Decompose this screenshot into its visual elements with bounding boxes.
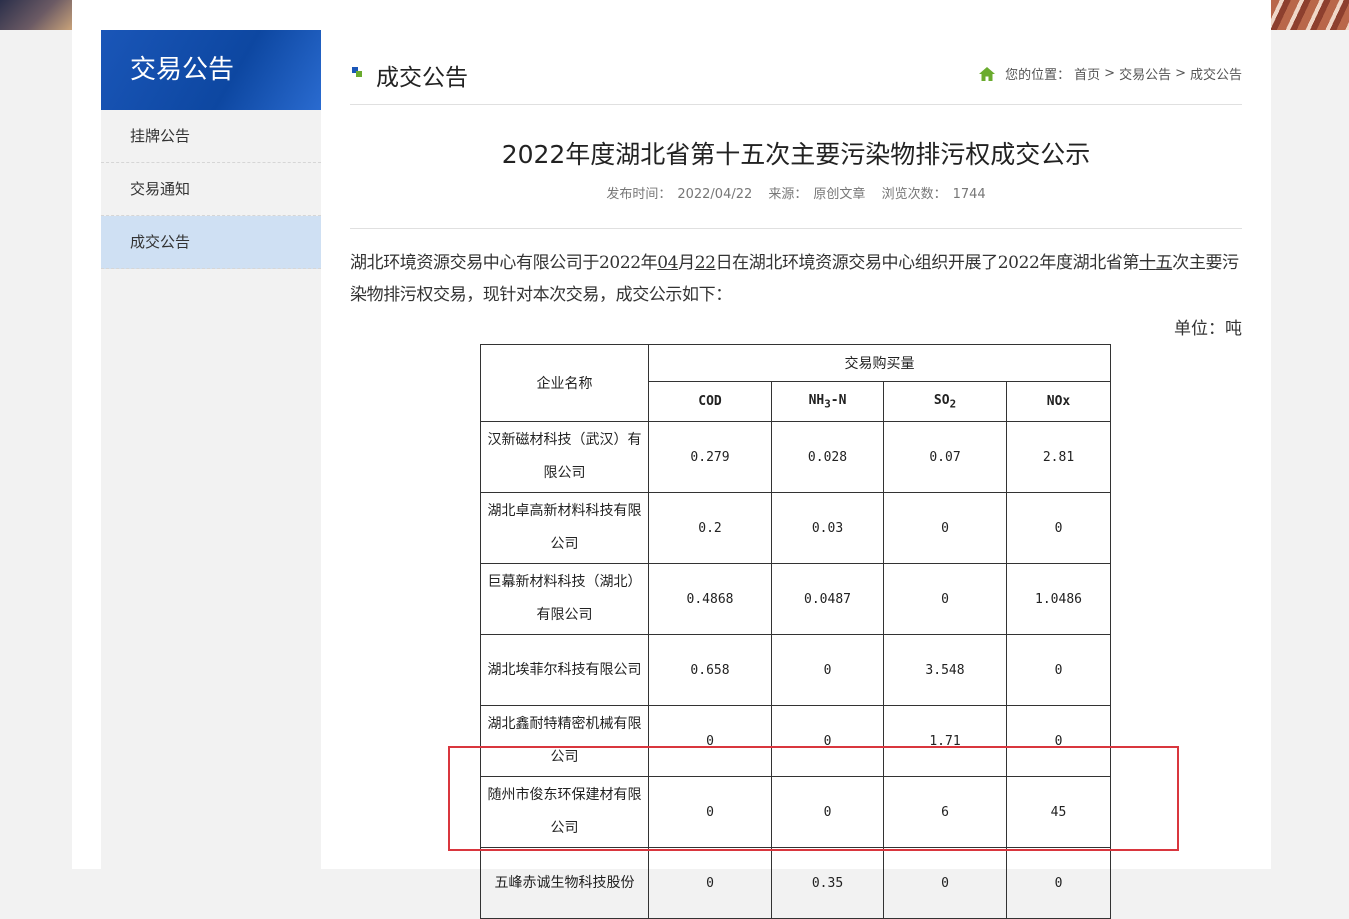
cell-company: 汉新磁材科技（武汉）有限公司 [480, 421, 649, 493]
cell-company: 湖北鑫耐特精密机械有限公司 [480, 705, 649, 777]
intro-number: 五 [1155, 253, 1173, 273]
section-title: 成交公告 [376, 65, 468, 91]
section-header: 成交公告 您的位置： 首页 > 交易公告 > 成交公告 [350, 30, 1242, 105]
intro-number: 十 [1139, 253, 1156, 273]
cell-company: 五峰赤诚生物科技股份 [480, 847, 649, 919]
cell-company: 湖北埃菲尔科技有限公司 [480, 634, 649, 706]
cell-company: 随州市俊东环保建材有限公司 [480, 776, 649, 848]
views-count: 1744 [952, 187, 986, 202]
cell-so2: 3.548 [883, 634, 1007, 706]
cell-nox: 2.81 [1006, 421, 1111, 493]
cell-cod: 0.279 [648, 421, 772, 493]
header-so2: SO2 [883, 381, 1007, 422]
breadcrumb: 您的位置： 首页 > 交易公告 > 成交公告 [979, 64, 1242, 83]
table-row: 巨幕新材料科技（湖北）有限公司 0.4868 0.0487 0 1.0486 [480, 563, 1111, 635]
cell-so2: 0 [883, 492, 1007, 564]
article-intro: 湖北环境资源交易中心有限公司于2022年04月22日在湖北环境资源交易中心组织开… [350, 247, 1242, 311]
header-nh3n: NH3-N [771, 381, 884, 422]
cell-so2: 0 [883, 847, 1007, 919]
section-square-icon [352, 67, 362, 77]
cell-nh3n: 0.0487 [771, 563, 884, 635]
cell-nh3n: 0.028 [771, 421, 884, 493]
deal-table: 企业名称 交易购买量 COD NH3-N SO2 NOx 汉新磁材科技（武汉）有… [480, 344, 1111, 919]
cell-nox: 0 [1006, 634, 1111, 706]
home-icon [979, 66, 996, 81]
cell-nox: 0 [1006, 705, 1111, 777]
breadcrumb-prefix: 您的位置： [1005, 68, 1071, 83]
cell-so2: 1.71 [883, 705, 1007, 777]
sidebar: 交易公告 挂牌公告 交易通知 成交公告 [101, 30, 321, 869]
header-nox: NOx [1006, 381, 1111, 422]
header-banner-image [0, 0, 72, 30]
cell-nh3n: 0 [771, 634, 884, 706]
breadcrumb-announcements[interactable]: 交易公告 [1119, 64, 1171, 83]
cell-so2: 0.07 [883, 421, 1007, 493]
article-title: 2022年度湖北省第十五次主要污染物排污权成交公示 [501, 140, 1091, 169]
intro-day: 22 [694, 253, 716, 273]
table-row: 湖北鑫耐特精密机械有限公司 0 0 1.71 0 [480, 705, 1111, 777]
cell-cod: 0.4868 [648, 563, 772, 635]
views-label: 浏览次数： [881, 187, 947, 202]
cell-cod: 0.2 [648, 492, 772, 564]
header-company-name: 企业名称 [480, 344, 649, 422]
cell-nox: 45 [1006, 776, 1111, 848]
unit-label: 单位：吨 [1174, 319, 1242, 339]
table-row: 湖北埃菲尔科技有限公司 0.658 0 3.548 0 [480, 634, 1111, 706]
header-cod: COD [648, 381, 772, 422]
cell-cod: 0 [648, 776, 772, 848]
cell-nh3n: 0.35 [771, 847, 884, 919]
sidebar-item-deals[interactable]: 成交公告 [101, 216, 321, 269]
cell-cod: 0 [648, 705, 772, 777]
source-label: 来源： [768, 187, 808, 202]
cell-company: 巨幕新材料科技（湖北）有限公司 [480, 563, 649, 635]
cell-nox: 0 [1006, 492, 1111, 564]
page-container: 交易公告 挂牌公告 交易通知 成交公告 成交公告 您的位置： 首页 > 交易公告… [72, 0, 1271, 919]
publish-date: 2022/04/22 [677, 187, 753, 202]
source-value: 原创文章 [813, 187, 866, 202]
breadcrumb-separator: > [1104, 66, 1116, 81]
intro-text: 湖北环境资源交易中心有限公司于2022年 [350, 253, 658, 273]
intro-text: 月 [678, 253, 695, 273]
intro-text: 日在湖北环境资源交易中心组织开展了2022年度湖北省第 [715, 253, 1140, 273]
cell-nox: 0 [1006, 847, 1111, 919]
cell-nox: 1.0486 [1006, 563, 1111, 635]
breadcrumb-deals[interactable]: 成交公告 [1190, 64, 1242, 83]
table-row: 湖北卓高新材料科技有限公司 0.2 0.03 0 0 [480, 492, 1111, 564]
table-row: 五峰赤诚生物科技股份 0 0.35 0 0 [480, 847, 1111, 919]
breadcrumb-separator: > [1175, 66, 1186, 81]
sidebar-item-notice[interactable]: 交易通知 [101, 163, 321, 216]
publish-label: 发布时间： [606, 187, 672, 202]
article-meta: 发布时间： 2022/04/22 来源： 原创文章 浏览次数： 1744 [350, 183, 1242, 202]
cell-so2: 6 [883, 776, 1007, 848]
cell-nh3n: 0.03 [771, 492, 884, 564]
sidebar-title: 交易公告 [101, 30, 321, 110]
intro-month: 04 [657, 253, 679, 273]
main-content: 成交公告 您的位置： 首页 > 交易公告 > 成交公告 2022年度湖北省第十五… [350, 30, 1242, 919]
header-banner-image-right [1271, 0, 1349, 30]
breadcrumb-home[interactable]: 首页 [1074, 64, 1100, 83]
cell-nh3n: 0 [771, 776, 884, 848]
cell-company: 湖北卓高新材料科技有限公司 [480, 492, 649, 564]
cell-so2: 0 [883, 563, 1007, 635]
table-row: 汉新磁材科技（武汉）有限公司 0.279 0.028 0.07 2.81 [480, 421, 1111, 493]
sidebar-item-listing[interactable]: 挂牌公告 [101, 110, 321, 163]
cell-cod: 0.658 [648, 634, 772, 706]
cell-nh3n: 0 [771, 705, 884, 777]
divider [350, 228, 1242, 229]
table-row: 随州市俊东环保建材有限公司 0 0 6 45 [480, 776, 1111, 848]
header-purchase-amount: 交易购买量 [648, 344, 1111, 382]
cell-cod: 0 [648, 847, 772, 919]
